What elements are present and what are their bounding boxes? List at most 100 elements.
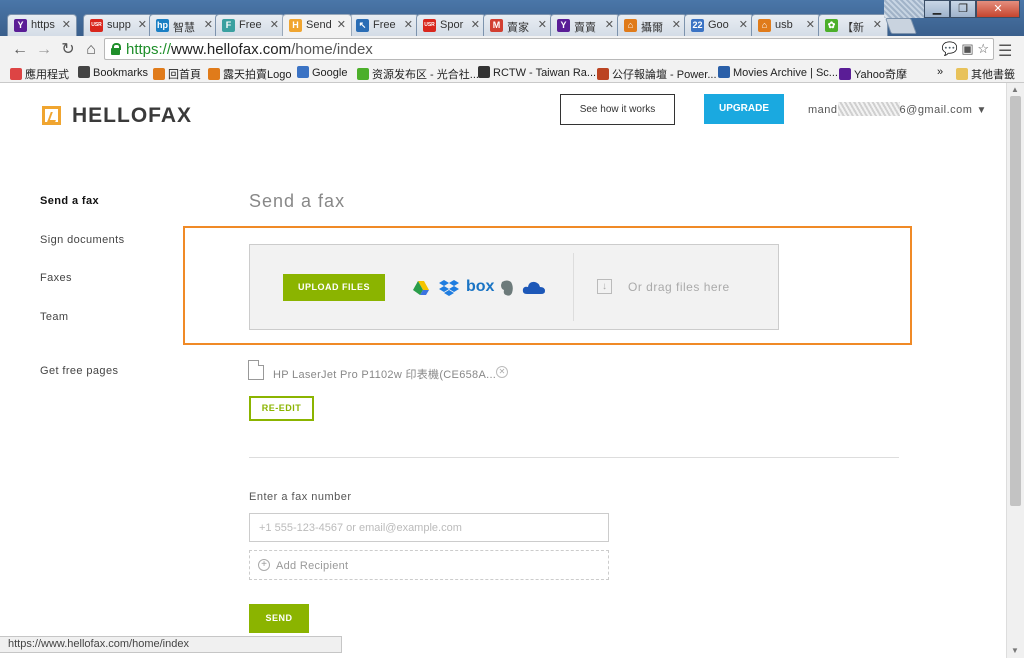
tab-title: 賣賣 xyxy=(574,22,596,34)
close-tab-icon[interactable]: ✕ xyxy=(138,18,147,31)
sidebar-item-get-free-pages[interactable]: Get free pages xyxy=(40,365,118,377)
bookmark-item[interactable]: 公仔報論壇 - Power... xyxy=(597,66,717,82)
dropbox-icon[interactable] xyxy=(439,279,459,297)
tab-title: Spor xyxy=(440,19,464,31)
onedrive-icon[interactable] xyxy=(522,279,546,297)
tab-8[interactable]: Y 賣賣 ✕ xyxy=(550,14,620,36)
close-tab-icon[interactable]: ✕ xyxy=(62,18,71,31)
bookmark-item[interactable]: 回首頁 xyxy=(153,66,201,82)
new-tab-button[interactable] xyxy=(885,18,917,34)
close-tab-icon[interactable]: ✕ xyxy=(404,18,413,31)
tab-12[interactable]: ✿ 【新 ✕ xyxy=(818,14,888,36)
forward-arrow-icon[interactable]: → xyxy=(34,40,54,60)
redacted-email xyxy=(837,102,900,116)
tab-title: 賣家 xyxy=(507,22,529,34)
other-bookmarks[interactable]: 其他書籤 xyxy=(956,66,1015,82)
back-arrow-icon[interactable]: ← xyxy=(10,40,30,60)
home-icon xyxy=(208,68,220,80)
tab-strip: Yhttps ✕ USR supp ✕ hp 智慧 ✕ F Free ✕ H Send ✕ ↖ Free ✕ US… xyxy=(0,0,1024,36)
tab-0[interactable]: Yhttps ✕ xyxy=(7,14,77,36)
bookmark-item[interactable]: Google xyxy=(297,66,347,79)
home-icon: ⌂ xyxy=(624,19,637,32)
bookmark-item[interactable]: Yahoo奇摩 xyxy=(839,66,907,82)
tab-3[interactable]: F Free ✕ xyxy=(215,14,285,36)
see-how-it-works-button[interactable]: See how it works xyxy=(560,94,675,125)
chevron-down-icon: ▼ xyxy=(976,105,987,116)
tab-title: https xyxy=(31,19,55,31)
usr-icon: USR xyxy=(90,19,103,32)
tab-10[interactable]: 22 Goo ✕ xyxy=(684,14,754,36)
sidebar-item-sign-documents[interactable]: Sign documents xyxy=(40,234,124,246)
car-icon xyxy=(478,66,490,78)
bookmark-star-icon[interactable]: ☆ xyxy=(977,41,989,56)
bookmark-item[interactable]: Movies Archive | Sc... xyxy=(718,66,838,79)
star-icon xyxy=(78,66,90,78)
vertical-scrollbar[interactable]: ▲ ▼ xyxy=(1006,83,1024,658)
close-tab-icon[interactable]: ✕ xyxy=(204,18,213,31)
sidebar-item-send-fax[interactable]: Send a fax xyxy=(40,195,99,207)
tab-2[interactable]: hp 智慧 ✕ xyxy=(149,14,219,36)
account-menu[interactable]: mand 6@gmail.com ▼ xyxy=(808,102,987,116)
home-icon[interactable]: ⌂ xyxy=(81,40,101,60)
address-bar[interactable]: https://www.hellofax.com/home/index 💬 ▣ … xyxy=(104,38,994,60)
tab-6[interactable]: USR Spor ✕ xyxy=(416,14,486,36)
sidebar-item-faxes[interactable]: Faxes xyxy=(40,272,72,284)
hellofax-logo-icon xyxy=(42,106,61,125)
close-tab-icon[interactable]: ✕ xyxy=(806,18,815,31)
close-tab-icon[interactable]: ✕ xyxy=(672,18,681,31)
minimize-button[interactable]: ▁ xyxy=(924,0,950,18)
home-icon xyxy=(153,68,165,80)
page-title: Send a fax xyxy=(249,191,346,211)
tab-title: Send xyxy=(306,19,332,31)
scroll-up-arrow-icon[interactable]: ▲ xyxy=(1011,85,1019,94)
re-edit-button[interactable]: RE-EDIT xyxy=(249,396,314,421)
window-controls: ▁ ❐ ✕ xyxy=(924,0,1020,18)
tab-1[interactable]: USR supp ✕ xyxy=(83,14,153,36)
close-tab-icon[interactable]: ✕ xyxy=(337,18,346,31)
tab-title: Free xyxy=(239,19,262,31)
evernote-icon[interactable] xyxy=(499,279,515,297)
menu-icon[interactable]: ☰ xyxy=(998,41,1012,61)
sidebar-item-team[interactable]: Team xyxy=(40,311,69,323)
upload-dropzone[interactable]: UPLOAD FILES box ↓ Or drag files here xyxy=(249,244,779,330)
calendar-icon: 22 xyxy=(691,19,704,32)
hellofax-icon: H xyxy=(289,19,302,32)
bookmark-item[interactable]: Bookmarks xyxy=(78,66,148,79)
close-tab-icon[interactable]: ✕ xyxy=(739,18,748,31)
google-drive-icon[interactable] xyxy=(412,279,430,297)
box-icon[interactable]: box xyxy=(466,278,494,296)
scroll-down-arrow-icon[interactable]: ▼ xyxy=(1011,646,1019,655)
extension-icon[interactable]: ▣ xyxy=(961,41,973,56)
more-bookmarks-chevron[interactable]: » xyxy=(937,66,943,78)
document-icon xyxy=(248,360,264,380)
upgrade-button[interactable]: UPGRADE xyxy=(704,94,784,124)
close-tab-icon[interactable]: ✕ xyxy=(873,18,882,31)
tab-4[interactable]: H Send ✕ xyxy=(282,14,352,36)
fax-number-input[interactable] xyxy=(249,513,609,542)
scrollbar-thumb[interactable] xyxy=(1010,96,1021,506)
close-tab-icon[interactable]: ✕ xyxy=(270,18,279,31)
tab-title: usb xyxy=(775,19,793,31)
bookmark-item[interactable]: 资源发布区 - 光合社... xyxy=(357,66,479,82)
upload-files-button[interactable]: UPLOAD FILES xyxy=(283,274,385,301)
bookmark-item[interactable]: RCTW - Taiwan Ra... xyxy=(478,66,596,79)
tab-5[interactable]: ↖ Free ✕ xyxy=(349,14,419,36)
tab-7[interactable]: M 賣家 ✕ xyxy=(483,14,553,36)
reload-icon[interactable]: ↻ xyxy=(58,40,78,60)
send-button[interactable]: SEND xyxy=(249,604,309,633)
tab-title: Free xyxy=(373,19,396,31)
remove-file-icon[interactable]: ✕ xyxy=(496,366,508,378)
translate-icon[interactable]: 💬 xyxy=(942,41,958,56)
close-tab-icon[interactable]: ✕ xyxy=(605,18,614,31)
bookmark-item[interactable]: 應用程式 xyxy=(10,66,69,82)
add-recipient-button[interactable]: + Add Recipient xyxy=(249,550,609,580)
tab-9[interactable]: ⌂ 攝爾 ✕ xyxy=(617,14,687,36)
close-window-button[interactable]: ✕ xyxy=(976,0,1020,18)
close-tab-icon[interactable]: ✕ xyxy=(471,18,480,31)
maximize-button[interactable]: ❐ xyxy=(950,0,976,18)
tab-title: Goo xyxy=(708,19,729,31)
bookmark-item[interactable]: 露天拍賣Logo xyxy=(208,66,291,82)
tab-11[interactable]: ⌂ usb ✕ xyxy=(751,14,821,36)
yahoo-icon xyxy=(839,68,851,80)
close-tab-icon[interactable]: ✕ xyxy=(538,18,547,31)
